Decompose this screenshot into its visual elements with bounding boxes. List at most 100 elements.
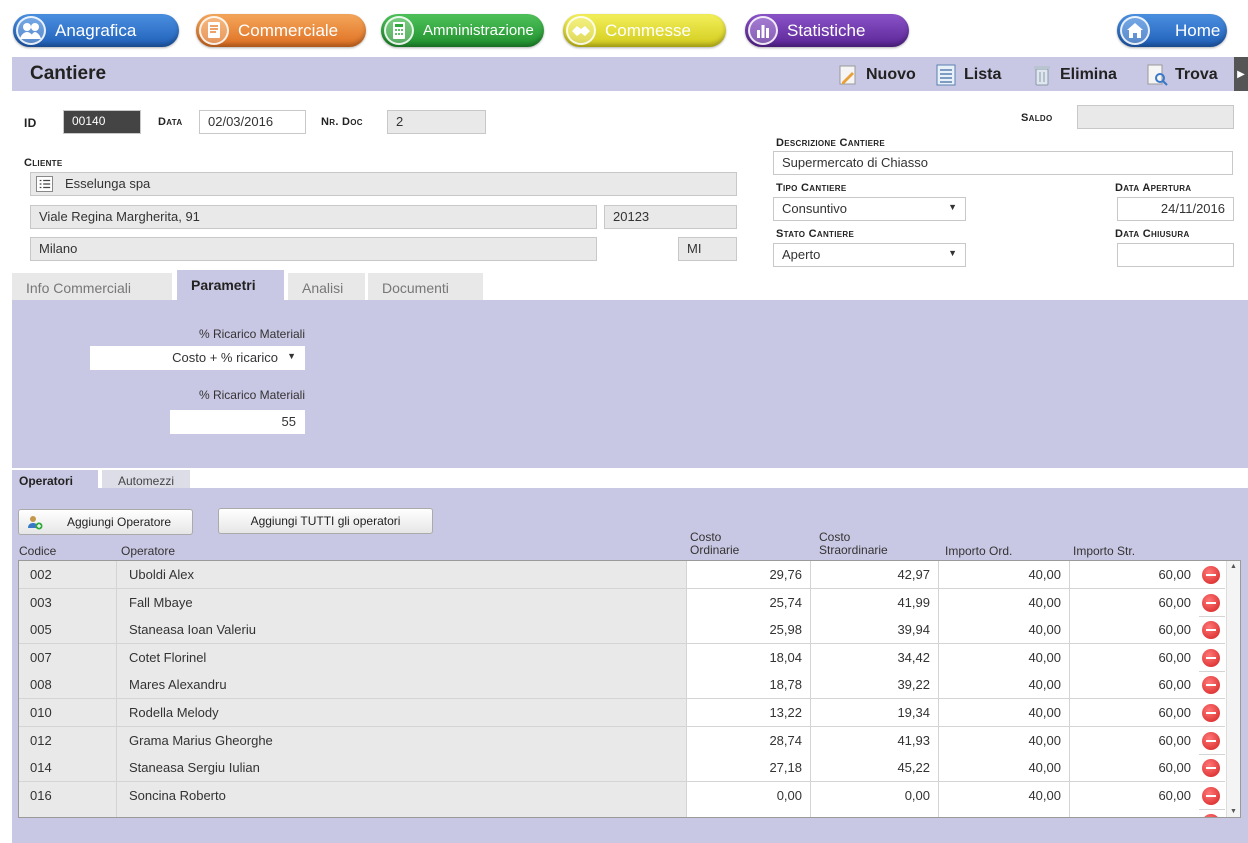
cell-importo-ord[interactable]: 40,00 (939, 726, 1070, 754)
nrdoc-field[interactable]: 2 (387, 110, 486, 134)
cell-importo-ord[interactable]: 40,00 (939, 588, 1070, 616)
cell-operatore[interactable] (117, 809, 687, 817)
delete-row-icon[interactable] (1202, 704, 1220, 722)
cell-costo-straordinarie[interactable]: 45,22 (811, 754, 939, 782)
cell-operatore[interactable]: Rodella Melody (117, 699, 687, 726)
cell-codice[interactable]: 002 (19, 561, 117, 588)
nav-commerciale-button[interactable]: Commerciale (196, 14, 366, 47)
cell-codice[interactable]: 012 (19, 726, 117, 754)
table-row[interactable]: 002 Uboldi Alex 29,76 42,97 40,00 60,00 (19, 561, 1225, 589)
cell-importo-str[interactable]: 60,00 (1070, 588, 1199, 616)
cell-importo-ord[interactable]: 40,00 (939, 561, 1070, 588)
cell-importo-str[interactable] (1070, 809, 1199, 817)
cell-costo-ordinarie[interactable]: 18,04 (687, 643, 811, 671)
table-row[interactable]: 010 Rodella Melody 13,22 19,34 40,00 60,00 (19, 699, 1225, 727)
cell-costo-straordinarie[interactable] (811, 809, 939, 817)
cell-operatore[interactable]: Uboldi Alex (117, 561, 687, 588)
table-row[interactable]: 005 Staneasa Ioan Valeriu 25,98 39,94 40,00 6… (19, 616, 1225, 645)
chiusura-field[interactable] (1117, 243, 1234, 267)
trova-button[interactable]: Trova (1145, 63, 1218, 87)
tab-automezzi[interactable]: Automezzi (102, 470, 190, 490)
ricarico-percent-field[interactable]: 55 (170, 410, 305, 434)
data-field[interactable]: 02/03/2016 (199, 110, 306, 134)
delete-row-icon[interactable] (1202, 786, 1220, 805)
cell-costo-ordinarie[interactable]: 25,74 (687, 588, 811, 616)
cell-costo-ordinarie[interactable]: 27,18 (687, 754, 811, 782)
cell-costo-straordinarie[interactable]: 19,34 (811, 699, 939, 726)
cell-codice[interactable]: 005 (19, 616, 117, 644)
descrizione-field[interactable]: Supermercato di Chiasso (773, 151, 1233, 175)
cell-codice[interactable]: 008 (19, 671, 117, 699)
delete-row-icon[interactable] (1202, 814, 1220, 817)
cell-importo-ord[interactable] (939, 809, 1070, 817)
table-row[interactable]: 007 Cotet Florinel 18,04 34,42 40,00 60,00 (19, 643, 1225, 672)
nav-statistiche-button[interactable]: Statistiche (745, 14, 909, 47)
table-scrollbar[interactable]: ▲ ▼ (1226, 561, 1240, 817)
cell-costo-ordinarie[interactable]: 13,22 (687, 699, 811, 726)
cell-importo-str[interactable]: 60,00 (1070, 643, 1199, 671)
cell-costo-straordinarie[interactable]: 41,93 (811, 726, 939, 754)
citta-field[interactable]: Milano (30, 237, 597, 261)
cell-operatore[interactable]: Soncina Roberto (117, 781, 687, 809)
delete-row-icon[interactable] (1202, 676, 1220, 695)
cell-costo-straordinarie[interactable]: 34,42 (811, 643, 939, 671)
delete-row-icon[interactable] (1202, 621, 1220, 640)
table-row[interactable]: 003 Fall Mbaye 25,74 41,99 40,00 60,00 (19, 588, 1225, 617)
nuovo-button[interactable]: Nuovo (836, 63, 916, 87)
cell-importo-ord[interactable]: 40,00 (939, 781, 1070, 809)
cell-codice[interactable] (19, 809, 117, 817)
cell-codice[interactable]: 010 (19, 699, 117, 726)
cell-costo-ordinarie[interactable]: 0,00 (687, 781, 811, 809)
elimina-button[interactable]: Elimina (1030, 63, 1117, 87)
cell-codice[interactable]: 003 (19, 588, 117, 616)
cliente-field[interactable]: Esselunga spa (30, 172, 737, 196)
cell-operatore[interactable]: Cotet Florinel (117, 643, 687, 671)
cell-costo-ordinarie[interactable]: 18,78 (687, 671, 811, 699)
tab-analisi[interactable]: Analisi (288, 273, 365, 301)
cell-importo-str[interactable]: 60,00 (1070, 699, 1199, 726)
delete-row-icon[interactable] (1202, 731, 1220, 750)
toolbar-expand-arrow[interactable]: ▶ (1234, 57, 1248, 91)
cell-costo-ordinarie[interactable]: 29,76 (687, 561, 811, 588)
cell-codice[interactable]: 016 (19, 781, 117, 809)
lista-button[interactable]: Lista (934, 63, 1001, 87)
table-row[interactable]: 012 Grama Marius Gheorghe 28,74 41,93 40,00 6… (19, 726, 1225, 755)
cell-importo-str[interactable]: 60,00 (1070, 616, 1199, 644)
apertura-field[interactable]: 24/11/2016 (1117, 197, 1234, 221)
delete-row-icon[interactable] (1202, 648, 1220, 667)
cell-importo-str[interactable]: 60,00 (1070, 671, 1199, 699)
tipo-select[interactable]: Consuntivo ▼ (773, 197, 966, 221)
delete-row-icon[interactable] (1202, 593, 1220, 612)
provincia-field[interactable]: MI (678, 237, 737, 261)
cell-costo-straordinarie[interactable]: 39,94 (811, 616, 939, 644)
cell-operatore[interactable]: Staneasa Sergiu Iulian (117, 754, 687, 782)
cell-importo-ord[interactable]: 40,00 (939, 754, 1070, 782)
nav-commesse-button[interactable]: Commesse (563, 14, 726, 47)
cell-costo-ordinarie[interactable]: 28,74 (687, 726, 811, 754)
tab-info-commerciali[interactable]: Info Commerciali (12, 273, 172, 301)
cell-importo-ord[interactable]: 40,00 (939, 671, 1070, 699)
cell-costo-straordinarie[interactable]: 41,99 (811, 588, 939, 616)
cell-costo-ordinarie[interactable] (687, 809, 811, 817)
cell-costo-straordinarie[interactable]: 0,00 (811, 781, 939, 809)
cell-importo-str[interactable]: 60,00 (1070, 561, 1199, 588)
list-picker-icon[interactable] (36, 176, 53, 192)
cell-costo-straordinarie[interactable]: 39,22 (811, 671, 939, 699)
cell-operatore[interactable]: Fall Mbaye (117, 588, 687, 616)
aggiungi-tutti-button[interactable]: Aggiungi TUTTI gli operatori (218, 508, 433, 534)
cell-operatore[interactable]: Staneasa Ioan Valeriu (117, 616, 687, 644)
cell-operatore[interactable]: Mares Alexandru (117, 671, 687, 699)
delete-row-icon[interactable] (1202, 566, 1220, 584)
tab-documenti[interactable]: Documenti (368, 273, 483, 301)
indirizzo-field[interactable]: Viale Regina Margherita, 91 (30, 205, 597, 229)
cell-importo-ord[interactable]: 40,00 (939, 699, 1070, 726)
nav-home-button[interactable]: Home (1117, 14, 1227, 47)
table-row[interactable]: 008 Mares Alexandru 18,78 39,22 40,00 60,00 (19, 671, 1225, 700)
cell-codice[interactable]: 007 (19, 643, 117, 671)
ricarico-mode-select[interactable]: Costo + % ricarico ▼ (90, 346, 305, 370)
scroll-down-icon[interactable]: ▼ (1230, 808, 1237, 815)
tab-operatori[interactable]: Operatori (12, 470, 98, 490)
cell-operatore[interactable]: Grama Marius Gheorghe (117, 726, 687, 754)
cell-importo-str[interactable]: 60,00 (1070, 781, 1199, 809)
cell-importo-str[interactable]: 60,00 (1070, 754, 1199, 782)
